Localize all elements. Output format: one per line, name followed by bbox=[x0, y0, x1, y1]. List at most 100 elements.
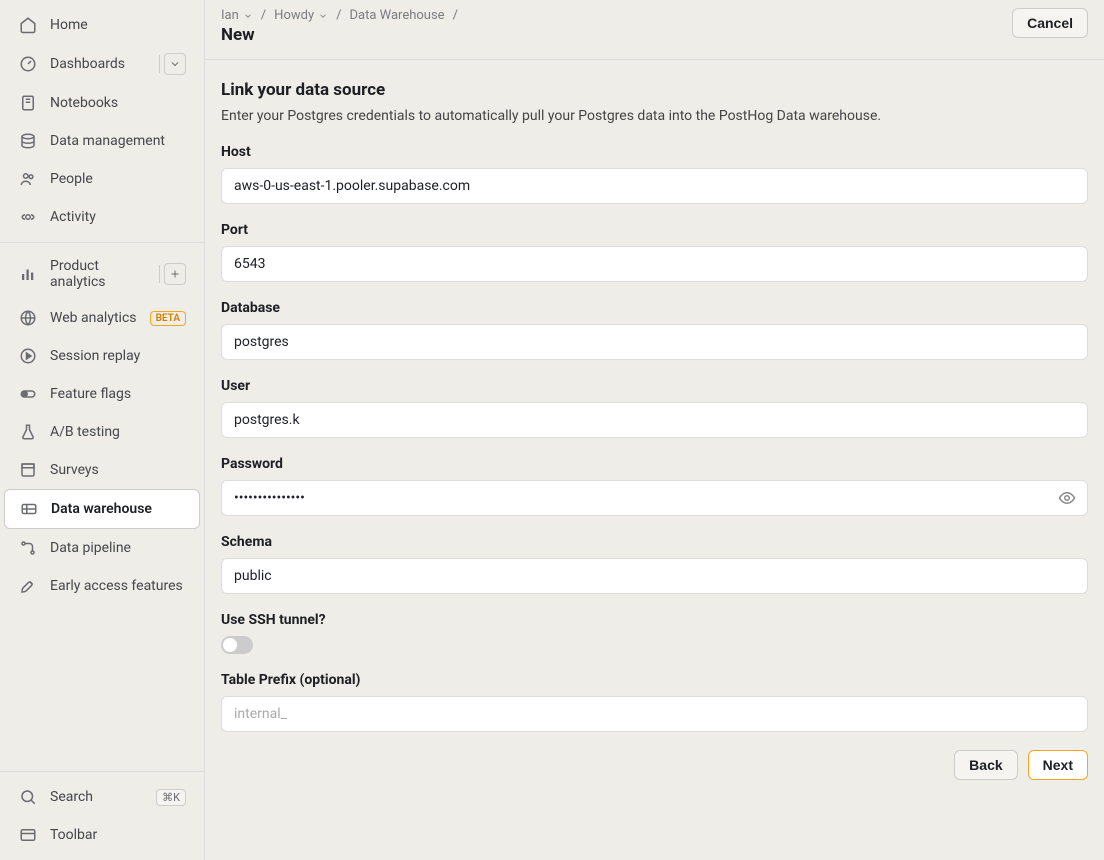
field-user: User bbox=[221, 378, 1088, 438]
sidebar-label: Feature flags bbox=[50, 386, 186, 402]
sidebar-label: Activity bbox=[50, 209, 186, 225]
sidebar-item-people[interactable]: People bbox=[4, 160, 200, 198]
eye-icon[interactable] bbox=[1058, 489, 1076, 507]
schema-input[interactable] bbox=[221, 558, 1088, 594]
sidebar-label: Data warehouse bbox=[51, 501, 185, 517]
survey-icon bbox=[18, 460, 38, 480]
section-description: Enter your Postgres credentials to autom… bbox=[221, 108, 1088, 124]
sidebar-item-early-access[interactable]: Early access features bbox=[4, 567, 200, 605]
main: Ian / Howdy / Data Warehouse / New Cance… bbox=[205, 0, 1104, 860]
sidebar-item-surveys[interactable]: Surveys bbox=[4, 451, 200, 489]
flag-icon bbox=[18, 384, 38, 404]
sidebar-label: Data management bbox=[50, 133, 186, 149]
database-icon bbox=[18, 131, 38, 151]
analytics-icon bbox=[18, 264, 38, 284]
plus-icon[interactable] bbox=[164, 263, 186, 285]
sidebar-label: Notebooks bbox=[50, 95, 186, 111]
field-database: Database bbox=[221, 300, 1088, 360]
divider bbox=[159, 265, 160, 283]
breadcrumb: Ian / Howdy / Data Warehouse / bbox=[221, 8, 458, 23]
sidebar-item-notebooks[interactable]: Notebooks bbox=[4, 84, 200, 122]
cancel-button[interactable]: Cancel bbox=[1012, 8, 1088, 38]
back-button[interactable]: Back bbox=[954, 750, 1017, 780]
field-label: User bbox=[221, 378, 1088, 394]
rocket-icon bbox=[18, 576, 38, 596]
user-input[interactable] bbox=[221, 402, 1088, 438]
field-label: Password bbox=[221, 456, 1088, 472]
page-title: New bbox=[221, 25, 458, 45]
sidebar-label: Toolbar bbox=[50, 827, 186, 843]
breadcrumb-sep: / bbox=[336, 8, 341, 23]
activity-icon bbox=[18, 207, 38, 227]
beta-badge: BETA bbox=[150, 311, 186, 326]
field-password: Password bbox=[221, 456, 1088, 516]
host-input[interactable] bbox=[221, 168, 1088, 204]
sidebar-label: Data pipeline bbox=[50, 540, 186, 556]
port-input[interactable] bbox=[221, 246, 1088, 282]
breadcrumb-item[interactable]: Data Warehouse bbox=[350, 8, 445, 23]
prefix-input[interactable] bbox=[221, 696, 1088, 732]
sidebar-item-ab-testing[interactable]: A/B testing bbox=[4, 413, 200, 451]
search-icon bbox=[18, 787, 38, 807]
sidebar-label: Web analytics bbox=[50, 310, 138, 326]
field-schema: Schema bbox=[221, 534, 1088, 594]
web-icon bbox=[18, 308, 38, 328]
field-label: Host bbox=[221, 144, 1088, 160]
sidebar-item-session-replay[interactable]: Session replay bbox=[4, 337, 200, 375]
sidebar-item-web-analytics[interactable]: Web analytics BETA bbox=[4, 299, 200, 337]
flask-icon bbox=[18, 422, 38, 442]
sidebar-item-product-analytics[interactable]: Product analytics bbox=[4, 249, 200, 299]
toolbar-icon bbox=[18, 825, 38, 845]
sidebar-item-data-pipeline[interactable]: Data pipeline bbox=[4, 529, 200, 567]
section-title: Link your data source bbox=[221, 80, 1088, 100]
breadcrumb-item[interactable]: Ian bbox=[221, 8, 253, 23]
chevron-down-icon bbox=[243, 11, 253, 21]
keyboard-shortcut: ⌘K bbox=[156, 789, 186, 806]
sidebar-item-search[interactable]: Search ⌘K bbox=[4, 778, 200, 816]
field-port: Port bbox=[221, 222, 1088, 282]
sidebar-label: Search bbox=[50, 789, 144, 805]
field-prefix: Table Prefix (optional) bbox=[221, 672, 1088, 732]
sidebar-item-activity[interactable]: Activity bbox=[4, 198, 200, 236]
header: Ian / Howdy / Data Warehouse / New Cance… bbox=[205, 0, 1104, 60]
database-input[interactable] bbox=[221, 324, 1088, 360]
people-icon bbox=[18, 169, 38, 189]
field-ssh: Use SSH tunnel? bbox=[221, 612, 1088, 654]
sidebar-item-dashboards[interactable]: Dashboards bbox=[4, 44, 200, 84]
breadcrumb-item[interactable]: Howdy bbox=[274, 8, 328, 23]
sidebar-label: Home bbox=[50, 17, 186, 33]
chevron-down-icon[interactable] bbox=[164, 53, 186, 75]
sidebar-label: Early access features bbox=[50, 578, 186, 594]
sidebar-item-feature-flags[interactable]: Feature flags bbox=[4, 375, 200, 413]
sidebar-section-top: Home Dashboards Notebooks Data managemen… bbox=[0, 0, 204, 242]
home-icon bbox=[18, 15, 38, 35]
content: Link your data source Enter your Postgre… bbox=[205, 60, 1104, 860]
pipeline-icon bbox=[18, 538, 38, 558]
field-label: Port bbox=[221, 222, 1088, 238]
sidebar-item-data-management[interactable]: Data management bbox=[4, 122, 200, 160]
field-label: Schema bbox=[221, 534, 1088, 550]
notebook-icon bbox=[18, 93, 38, 113]
breadcrumb-sep: / bbox=[261, 8, 266, 23]
sidebar-item-data-warehouse[interactable]: Data warehouse bbox=[4, 489, 200, 529]
ssh-toggle[interactable] bbox=[221, 636, 253, 654]
sidebar-label: Dashboards bbox=[50, 56, 147, 72]
sidebar-section-middle: Product analytics Web analytics BETA Ses… bbox=[0, 242, 204, 611]
sidebar-label: Session replay bbox=[50, 348, 186, 364]
chevron-down-icon bbox=[318, 11, 328, 21]
sidebar-section-bottom: Search ⌘K Toolbar bbox=[0, 771, 204, 860]
sidebar-label: Product analytics bbox=[50, 258, 147, 290]
sidebar-item-toolbar[interactable]: Toolbar bbox=[4, 816, 200, 854]
next-button[interactable]: Next bbox=[1028, 750, 1088, 780]
sidebar-item-home[interactable]: Home bbox=[4, 6, 200, 44]
dashboard-icon bbox=[18, 54, 38, 74]
sidebar-label: People bbox=[50, 171, 186, 187]
field-host: Host bbox=[221, 144, 1088, 204]
divider bbox=[159, 55, 160, 73]
sidebar: Home Dashboards Notebooks Data managemen… bbox=[0, 0, 205, 860]
password-input[interactable] bbox=[221, 480, 1088, 516]
field-label: Database bbox=[221, 300, 1088, 316]
field-label: Use SSH tunnel? bbox=[221, 612, 1088, 628]
warehouse-icon bbox=[19, 499, 39, 519]
field-label: Table Prefix (optional) bbox=[221, 672, 1088, 688]
